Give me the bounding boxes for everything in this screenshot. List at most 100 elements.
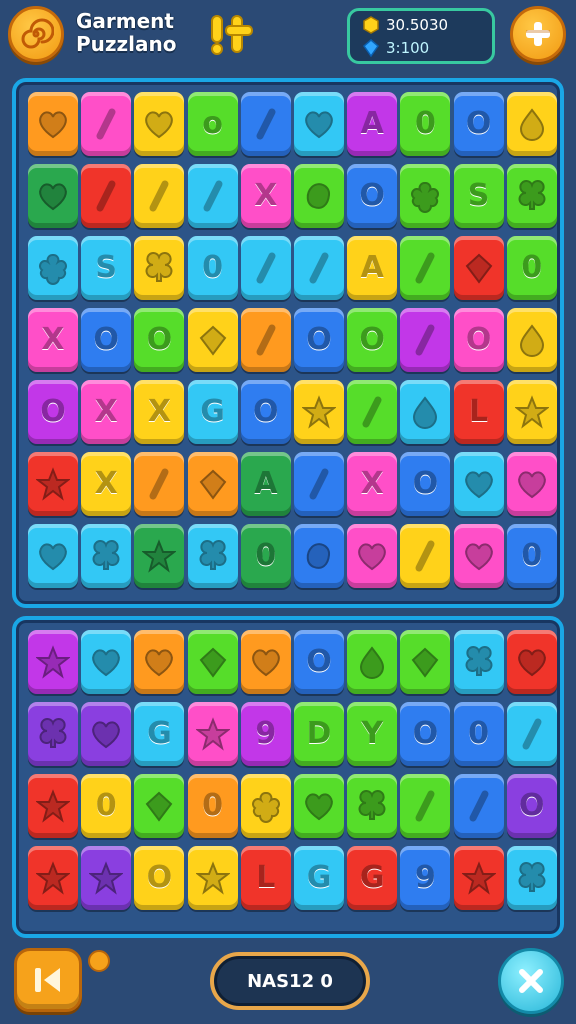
top-board-tile[interactable]	[506, 164, 557, 228]
bottom-board-tile[interactable]	[240, 630, 291, 694]
top-board-tile[interactable]: O	[347, 164, 398, 228]
top-board-tile[interactable]: 0	[187, 236, 238, 300]
top-board-tile[interactable]	[187, 452, 238, 516]
top-board-tile[interactable]	[506, 452, 557, 516]
top-board-tile[interactable]	[28, 452, 78, 516]
close-button[interactable]	[498, 948, 564, 1014]
top-board-tile[interactable]	[506, 380, 557, 444]
top-board-tile[interactable]: O	[453, 308, 504, 372]
top-board-tile[interactable]: A	[347, 236, 398, 300]
top-board-tile[interactable]	[187, 164, 238, 228]
top-board-tile[interactable]	[187, 308, 238, 372]
top-board-tile[interactable]: 0	[400, 92, 451, 156]
top-board-tile[interactable]	[28, 524, 78, 588]
top-board-tile[interactable]	[28, 236, 78, 300]
top-board-tile[interactable]	[134, 452, 185, 516]
bottom-board-tile[interactable]	[294, 774, 344, 838]
top-board-tile[interactable]	[506, 92, 557, 156]
top-board-tile[interactable]	[400, 308, 451, 372]
bottom-board-tile[interactable]	[134, 774, 185, 838]
bottom-board-tile[interactable]: Y	[347, 702, 398, 766]
top-board-tile[interactable]	[294, 524, 344, 588]
top-board-tile[interactable]	[453, 236, 504, 300]
top-board-tile[interactable]: O	[81, 308, 132, 372]
bottom-board-tile[interactable]	[28, 702, 78, 766]
top-board-tile[interactable]	[506, 308, 557, 372]
bottom-board-tile[interactable]: 0	[81, 774, 132, 838]
back-button[interactable]	[14, 948, 82, 1012]
bottom-board-tile[interactable]	[453, 846, 504, 910]
top-board-tile[interactable]	[81, 164, 132, 228]
top-board-tile[interactable]: L	[453, 380, 504, 444]
top-board-tile[interactable]	[453, 524, 504, 588]
top-board-tile[interactable]: o	[187, 92, 238, 156]
bottom-board-tile[interactable]: O	[134, 846, 185, 910]
top-board-tile[interactable]: X	[81, 380, 132, 444]
bottom-board-tile[interactable]	[81, 702, 132, 766]
bottom-board-tile[interactable]	[453, 774, 504, 838]
top-board-tile[interactable]: S	[453, 164, 504, 228]
top-board-tile[interactable]: S	[81, 236, 132, 300]
bottom-board-tile[interactable]: G	[294, 846, 344, 910]
bottom-board-tile[interactable]	[134, 630, 185, 694]
top-board-tile[interactable]	[28, 92, 78, 156]
top-board-tile[interactable]: X	[240, 164, 291, 228]
bottom-board-tile[interactable]	[506, 630, 557, 694]
top-board-tile[interactable]	[134, 92, 185, 156]
top-board-tile[interactable]	[294, 164, 344, 228]
top-board-tile[interactable]	[240, 308, 291, 372]
top-board-tile[interactable]	[400, 524, 451, 588]
bottom-board-tile[interactable]	[28, 846, 78, 910]
top-board-tile[interactable]	[240, 236, 291, 300]
top-board-tile[interactable]	[453, 452, 504, 516]
swirl-menu-button[interactable]	[8, 6, 64, 62]
bottom-board-tile[interactable]: O	[506, 774, 557, 838]
bottom-board-tile[interactable]	[506, 846, 557, 910]
top-board-tile[interactable]	[134, 524, 185, 588]
bottom-board-tile[interactable]: 0	[453, 702, 504, 766]
bottom-board-tile[interactable]	[28, 630, 78, 694]
bottom-board-tile[interactable]	[506, 702, 557, 766]
bottom-board-tile[interactable]: O	[294, 630, 344, 694]
top-board-tile[interactable]: 0	[240, 524, 291, 588]
top-board-tile[interactable]: 0	[506, 236, 557, 300]
bottom-board-tile[interactable]: G	[347, 846, 398, 910]
bottom-board-tile[interactable]: G	[134, 702, 185, 766]
top-board-tile[interactable]: X	[347, 452, 398, 516]
bottom-board-tile[interactable]	[240, 774, 291, 838]
top-board-tile[interactable]: 0	[506, 524, 557, 588]
top-board-tile[interactable]: O	[294, 308, 344, 372]
top-board-tile[interactable]	[294, 92, 344, 156]
bottom-board-tile[interactable]	[28, 774, 78, 838]
top-board-tile[interactable]	[240, 92, 291, 156]
top-board-tile[interactable]	[347, 524, 398, 588]
bottom-board-tile[interactable]: 9	[400, 846, 451, 910]
top-board-tile[interactable]: O	[400, 452, 451, 516]
bottom-board-tile[interactable]	[400, 630, 451, 694]
bottom-board-tile[interactable]: O	[400, 702, 451, 766]
top-board-tile[interactable]	[294, 452, 344, 516]
bottom-board-tile[interactable]	[453, 630, 504, 694]
bottom-board-tile[interactable]: 0	[187, 774, 238, 838]
add-button[interactable]	[510, 6, 566, 62]
top-board-tile[interactable]: G	[187, 380, 238, 444]
bottom-board-tile[interactable]	[187, 702, 238, 766]
bottom-board-tile[interactable]: D	[294, 702, 344, 766]
top-board-tile[interactable]	[400, 380, 451, 444]
bottom-board-tile[interactable]	[187, 846, 238, 910]
top-board-tile[interactable]	[81, 524, 132, 588]
top-board-tile[interactable]: O	[240, 380, 291, 444]
hint-badge[interactable]	[88, 950, 110, 972]
top-board-tile[interactable]: O	[28, 380, 78, 444]
top-board-tile[interactable]: O	[347, 308, 398, 372]
top-board-tile[interactable]: X	[81, 452, 132, 516]
top-board-tile[interactable]	[81, 92, 132, 156]
top-board-tile[interactable]: X	[134, 380, 185, 444]
bottom-board-tile[interactable]	[347, 774, 398, 838]
bottom-board-tile[interactable]: 9	[240, 702, 291, 766]
top-board-tile[interactable]: X	[28, 308, 78, 372]
top-board-tile[interactable]: A	[347, 92, 398, 156]
top-board-tile[interactable]	[347, 380, 398, 444]
top-board-tile[interactable]	[400, 236, 451, 300]
top-board-tile[interactable]: O	[453, 92, 504, 156]
